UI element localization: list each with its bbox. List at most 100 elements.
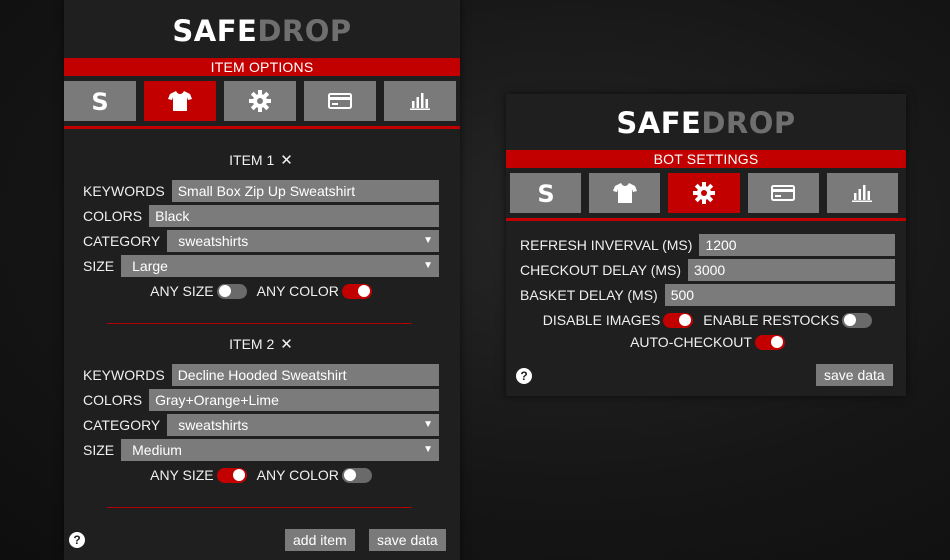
add-item-button[interactable]: add item	[285, 529, 355, 551]
logo-text-drop: DROP	[257, 14, 352, 48]
keywords-row: KEYWORDS Decline Hooded Sweatshirt	[83, 364, 439, 386]
keywords-label: KEYWORDS	[83, 367, 165, 383]
tab-billing[interactable]	[747, 173, 819, 213]
remove-item-icon[interactable]: ✕	[280, 336, 293, 353]
any-size-toggle[interactable]	[216, 283, 247, 299]
enable-restocks-toggle[interactable]	[842, 312, 873, 328]
colors-input[interactable]: Black	[149, 205, 439, 227]
checkout-delay-label: CHECKOUT DELAY (MS)	[520, 262, 682, 278]
remove-item-icon[interactable]: ✕	[280, 152, 293, 169]
keywords-input[interactable]: Decline Hooded Sweatshirt	[171, 364, 439, 386]
toggle-knob	[679, 314, 692, 326]
help-icon[interactable]: ?	[516, 368, 532, 384]
tab-home[interactable]: S	[64, 81, 136, 121]
basket-delay-input[interactable]: 500	[664, 284, 895, 306]
item-title: ITEM 2 ✕	[83, 334, 439, 354]
logo-text-safe: SAFE	[616, 106, 702, 140]
toggle-row: AUTO-CHECKOUT	[520, 331, 895, 353]
colors-label: COLORS	[83, 208, 143, 224]
size-label: SIZE	[83, 442, 115, 458]
gear-icon	[249, 90, 271, 112]
basket-delay-row: BASKET DELAY (MS) 500	[520, 284, 895, 306]
credit-card-icon	[771, 185, 796, 201]
dropdown-arrow-icon: ▼	[423, 444, 433, 455]
size-select[interactable]: Large ▼	[121, 255, 439, 277]
settings-form: REFRESH INVERVAL (MS) 1200 CHECKOUT DELA…	[520, 234, 895, 353]
checkout-delay-row: CHECKOUT DELAY (MS) 3000	[520, 259, 895, 281]
size-label: SIZE	[83, 258, 115, 274]
dropdown-arrow-icon: ▼	[423, 419, 433, 430]
tab-settings[interactable]	[224, 81, 296, 121]
category-value: sweatshirts	[178, 233, 249, 249]
any-size-toggle[interactable]	[216, 467, 247, 483]
size-select[interactable]: Medium ▼	[121, 439, 439, 461]
tab-items[interactable]	[589, 173, 661, 213]
svg-text:S: S	[537, 181, 554, 205]
bar-chart-icon	[852, 185, 873, 202]
tab-stats[interactable]	[826, 173, 899, 213]
section-title-bot-settings: BOT SETTINGS	[506, 150, 906, 168]
tab-settings[interactable]	[668, 173, 740, 213]
category-value: sweatshirts	[178, 417, 249, 433]
tab-stats[interactable]	[384, 81, 456, 121]
any-size-label: ANY SIZE	[150, 283, 214, 299]
keywords-input[interactable]: Small Box Zip Up Sweatshirt	[171, 180, 439, 202]
item-options-panel: SAFEDROP ITEM OPTIONS S ITEM 1 ✕ KEYWORDS…	[64, 0, 460, 560]
auto-checkout-toggle[interactable]	[754, 334, 785, 350]
refresh-interval-label: REFRESH INVERVAL (MS)	[520, 237, 693, 253]
item-separator	[107, 507, 412, 508]
item-title-text: ITEM 2	[229, 336, 275, 352]
basket-delay-label: BASKET DELAY (MS)	[520, 287, 658, 303]
credit-card-icon	[328, 93, 352, 109]
tab-items[interactable]	[144, 81, 216, 121]
refresh-interval-input[interactable]: 1200	[699, 234, 895, 256]
logo-text-safe: SAFE	[172, 14, 258, 48]
keywords-label: KEYWORDS	[83, 183, 165, 199]
disable-images-toggle[interactable]	[663, 312, 694, 328]
item-block: ITEM 1 ✕ KEYWORDS Small Box Zip Up Sweats…	[83, 150, 439, 302]
save-data-button[interactable]: save data	[816, 364, 893, 386]
any-color-label: ANY COLOR	[256, 467, 339, 483]
help-icon[interactable]: ?	[69, 532, 85, 548]
disable-images-label: DISABLE IMAGES	[542, 312, 661, 328]
keywords-row: KEYWORDS Small Box Zip Up Sweatshirt	[83, 180, 439, 202]
dropdown-arrow-icon: ▼	[423, 235, 433, 246]
refresh-interval-row: REFRESH INVERVAL (MS) 1200	[520, 234, 895, 256]
tshirt-icon	[168, 91, 192, 111]
category-row: CATEGORY sweatshirts ▼	[83, 414, 439, 436]
colors-row: COLORS Black	[83, 205, 439, 227]
category-label: CATEGORY	[83, 233, 161, 249]
divider	[506, 218, 906, 221]
save-data-button[interactable]: save data	[369, 529, 446, 551]
safedrop-logo: SAFEDROP	[64, 0, 460, 58]
item-title: ITEM 1 ✕	[83, 150, 439, 170]
size-row: SIZE Large ▼	[83, 255, 439, 277]
toggle-knob	[770, 336, 783, 348]
size-value: Large	[132, 258, 168, 274]
colors-input[interactable]: Gray+Orange+Lime	[149, 389, 439, 411]
category-label: CATEGORY	[83, 417, 161, 433]
any-color-toggle[interactable]	[341, 283, 372, 299]
tab-billing[interactable]	[304, 81, 376, 121]
toggle-row: ANY SIZE ANY COLOR	[83, 464, 439, 486]
colors-label: COLORS	[83, 392, 143, 408]
item-block: ITEM 2 ✕ KEYWORDS Decline Hooded Sweatshi…	[83, 334, 439, 486]
toggle-row: ANY SIZE ANY COLOR	[83, 280, 439, 302]
category-select[interactable]: sweatshirts ▼	[167, 230, 439, 252]
colors-row: COLORS Gray+Orange+Lime	[83, 389, 439, 411]
item-separator	[107, 323, 412, 324]
any-color-toggle[interactable]	[341, 467, 372, 483]
toggle-knob	[343, 469, 356, 481]
category-select[interactable]: sweatshirts ▼	[167, 414, 439, 436]
checkout-delay-input[interactable]: 3000	[688, 259, 895, 281]
auto-checkout-label: AUTO-CHECKOUT	[630, 334, 752, 350]
bar-chart-icon	[410, 93, 430, 110]
tab-bar: S	[506, 173, 906, 213]
divider	[64, 126, 460, 129]
svg-text:S: S	[91, 89, 108, 113]
category-row: CATEGORY sweatshirts ▼	[83, 230, 439, 252]
tab-home[interactable]: S	[510, 173, 582, 213]
safedrop-logo: SAFEDROP	[506, 94, 906, 150]
size-value: Medium	[132, 442, 182, 458]
toggle-knob	[218, 285, 231, 297]
